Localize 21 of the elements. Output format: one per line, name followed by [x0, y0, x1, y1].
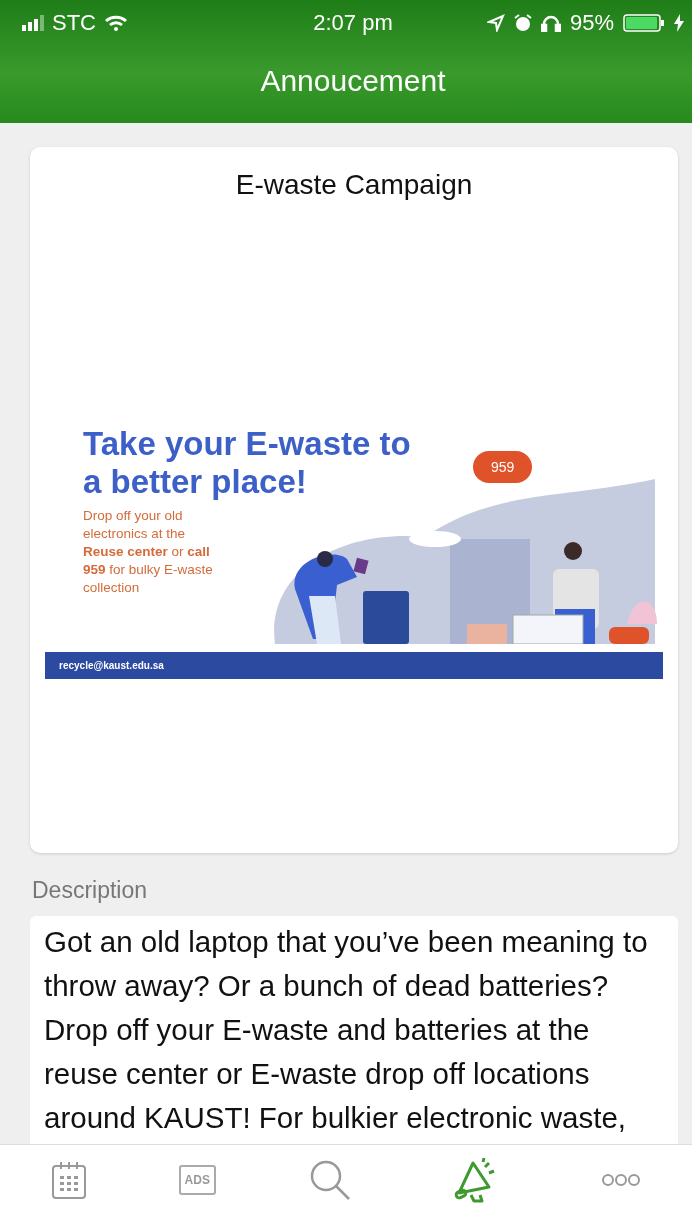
carrier-name: STC: [52, 10, 96, 36]
more-icon: [601, 1173, 642, 1187]
banner-text: Drop off your old electronics at the Reuse center or call 959 for bulky E-waste collection: [83, 507, 214, 597]
charging-bolt-icon: [674, 14, 684, 32]
description-text: Got an old laptop that you’ve been meaning to throw away? Or a bunch of dead batteries? Drop off your E-waste and batteries at the reuse center or E-waste drop off locations around KAUST! For bulkier electronic waste,: [44, 924, 649, 1136]
battery-percent: 95%: [569, 10, 614, 36]
alarm-clock-icon: [513, 14, 532, 32]
clock-time: 2:07 pm: [313, 10, 393, 36]
section-label: Description: [32, 877, 149, 904]
announcement-title: E-waste Campaign: [235, 169, 473, 201]
banner-headline: Take your E-waste to a better place!: [83, 425, 412, 501]
calendar-icon: [50, 1160, 87, 1200]
speech-bubble: 959: [473, 451, 533, 483]
headphones-icon: [540, 14, 561, 32]
screen-title: Annoucement: [260, 63, 446, 99]
ads-tab[interactable]: ADS: [178, 1165, 216, 1195]
wifi-icon: [104, 14, 128, 32]
location-arrow-icon: [486, 14, 505, 32]
signal-icon: [22, 15, 44, 31]
contact-email: recycle@kaust.edu.sa: [59, 660, 164, 671]
battery-icon: [623, 14, 665, 32]
